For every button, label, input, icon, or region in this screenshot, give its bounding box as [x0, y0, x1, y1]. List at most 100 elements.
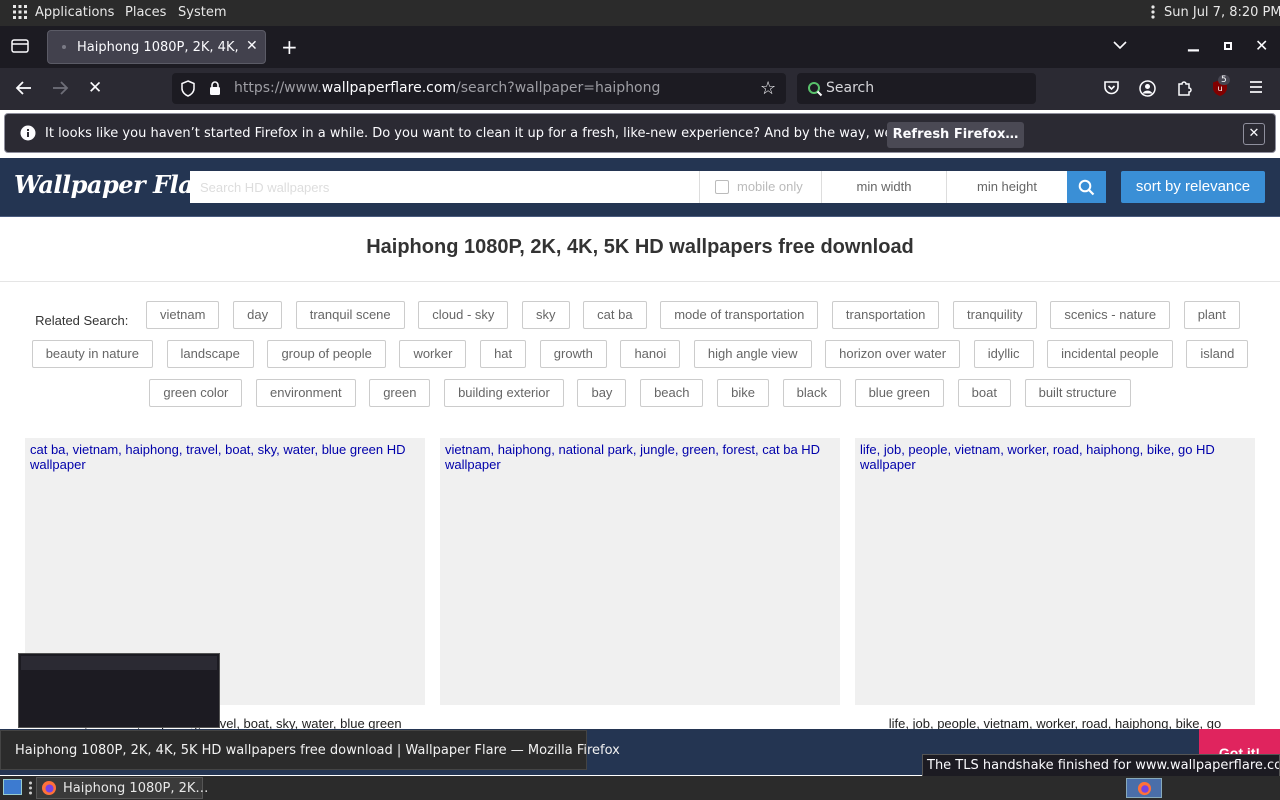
related-search: Related Search: vietnam day tranquil sce…	[24, 301, 1256, 418]
system-menu[interactable]: System	[178, 5, 226, 20]
related-tag[interactable]: bay	[577, 379, 627, 407]
clock[interactable]: Sun Jul 7, 8:20 PM	[1164, 5, 1280, 20]
workspace-switcher[interactable]	[1126, 778, 1162, 798]
url-text: https://www.wallpaperflare.com/search?wa…	[234, 80, 661, 96]
related-tag[interactable]: beauty in nature	[31, 340, 153, 368]
related-tag[interactable]: group of people	[267, 340, 386, 368]
related-tag[interactable]: tranquil scene	[295, 301, 405, 329]
window-preview-thumbnail[interactable]	[18, 653, 220, 728]
window-title-tooltip: Haiphong 1080P, 2K, 4K, 5K HD wallpapers…	[0, 730, 620, 770]
svg-text:u: u	[1217, 84, 1222, 93]
minimize-button[interactable]: ▁	[1188, 36, 1199, 52]
related-tag[interactable]: plant	[1183, 301, 1240, 329]
related-tag[interactable]: cloud - sky	[418, 301, 509, 329]
back-button[interactable]	[15, 79, 33, 101]
related-tag[interactable]: cat ba	[583, 301, 647, 329]
related-tag[interactable]: tranquility	[953, 301, 1037, 329]
related-tag[interactable]: beach	[640, 379, 704, 407]
related-tag[interactable]: landscape	[166, 340, 254, 368]
search-engine-icon[interactable]	[807, 81, 823, 101]
close-window-button[interactable]: ✕	[1255, 36, 1268, 55]
wallpaper-card[interactable]: life, job, people, vietnam, worker, road…	[855, 438, 1255, 705]
bookmark-star-icon[interactable]: ☆	[760, 78, 776, 99]
account-icon[interactable]	[1139, 80, 1156, 101]
related-tag[interactable]: growth	[539, 340, 607, 368]
show-desktop-icon[interactable]	[3, 779, 22, 795]
search-button[interactable]	[1067, 171, 1106, 203]
related-tag[interactable]: vietnam	[145, 301, 220, 329]
related-tag[interactable]: hanoi	[620, 340, 681, 368]
min-height-field[interactable]: min height	[946, 171, 1067, 203]
tab-title: Haiphong 1080P, 2K, 4K, 5K	[77, 40, 241, 55]
magnifier-icon	[1078, 179, 1095, 196]
places-menu[interactable]: Places	[125, 5, 166, 20]
refresh-firefox-button[interactable]: Refresh Firefox…	[887, 122, 1024, 148]
nav-bar: ✕ https://www.wallpaperflare.com/search?…	[0, 68, 1280, 110]
refresh-notification: It looks like you haven’t started Firefo…	[4, 113, 1276, 153]
info-icon	[20, 125, 36, 145]
related-tag[interactable]: sky	[522, 301, 570, 329]
related-tag[interactable]: green color	[149, 379, 243, 407]
lock-icon[interactable]	[208, 80, 222, 101]
top-panel: Applications Places System Sun Jul 7, 8:…	[0, 0, 1280, 26]
panel-handle-icon	[28, 780, 33, 800]
tracking-protection-icon[interactable]	[180, 80, 196, 101]
divider	[0, 281, 1280, 282]
search-bar[interactable]: Search	[797, 73, 1036, 104]
related-tag[interactable]: incidental people	[1047, 340, 1173, 368]
forward-button[interactable]	[51, 79, 69, 101]
search-bar-placeholder: Search	[826, 80, 875, 96]
tab-close-icon[interactable]: ✕	[246, 38, 258, 54]
new-tab-button[interactable]: +	[281, 35, 298, 59]
related-search-label: Related Search:	[35, 313, 129, 328]
related-tag[interactable]: building exterior	[444, 379, 564, 407]
apps-grid-icon[interactable]	[12, 4, 28, 24]
wallpaper-link[interactable]: life, job, people, vietnam, worker, road…	[860, 442, 1250, 472]
sort-by-relevance-button[interactable]: sort by relevance	[1121, 171, 1265, 203]
mobile-only-checkbox[interactable]	[715, 180, 729, 194]
wallpaper-search-input[interactable]	[190, 171, 699, 203]
related-tag[interactable]: transportation	[831, 301, 940, 329]
notification-close-button[interactable]: ✕	[1243, 123, 1265, 145]
tab-loading-icon	[62, 45, 66, 49]
extension-badge: 5	[1218, 75, 1230, 85]
url-bar[interactable]: https://www.wallpaperflare.com/search?wa…	[172, 73, 786, 104]
mobile-only-filter[interactable]: mobile only	[699, 171, 821, 203]
related-tag[interactable]: built structure	[1024, 379, 1131, 407]
related-tag[interactable]: environment	[256, 379, 356, 407]
related-tag[interactable]: worker	[399, 340, 467, 368]
tab-bar: Haiphong 1080P, 2K, 4K, 5K ✕ + ▁ ✕	[0, 26, 1280, 68]
related-tag[interactable]: horizon over water	[825, 340, 961, 368]
min-width-field[interactable]: min width	[821, 171, 946, 203]
related-tag[interactable]: idyllic	[973, 340, 1034, 368]
related-tag[interactable]: scenics - nature	[1050, 301, 1171, 329]
extensions-icon[interactable]	[1176, 79, 1193, 101]
related-tag[interactable]: boat	[957, 379, 1011, 407]
list-tabs-icon[interactable]	[1112, 36, 1128, 55]
related-tag[interactable]: island	[1186, 340, 1249, 368]
bottom-panel: Haiphong 1080P, 2K…	[0, 776, 1280, 800]
related-tag[interactable]: mode of transportation	[660, 301, 819, 329]
status-panel: The TLS handshake finished for www.wallp…	[922, 754, 1280, 777]
mobile-only-label: mobile only	[737, 179, 803, 194]
related-tag[interactable]: day	[233, 301, 283, 329]
applications-menu[interactable]: Applications	[35, 5, 114, 20]
stop-loading-button[interactable]: ✕	[88, 78, 102, 98]
tab-haiphong[interactable]: Haiphong 1080P, 2K, 4K, 5K ✕	[47, 30, 266, 64]
firefox-view-icon[interactable]	[11, 38, 29, 58]
taskbar-window-button[interactable]: Haiphong 1080P, 2K…	[36, 777, 208, 799]
wallpaper-link[interactable]: vietnam, haiphong, national park, jungle…	[445, 442, 835, 472]
related-tag[interactable]: black	[782, 379, 841, 407]
app-menu-icon[interactable]	[1248, 79, 1264, 99]
wallpaper-card[interactable]: vietnam, haiphong, national park, jungle…	[440, 438, 840, 705]
related-tag[interactable]: high angle view	[693, 340, 812, 368]
related-tag[interactable]: green	[369, 379, 431, 407]
firefox-icon	[1137, 781, 1152, 796]
pocket-icon[interactable]	[1103, 80, 1120, 100]
maximize-button[interactable]	[1224, 42, 1232, 50]
related-tag[interactable]: blue green	[854, 379, 945, 407]
related-tag[interactable]: bike	[717, 379, 769, 407]
wallpaper-link[interactable]: cat ba, vietnam, haiphong, travel, boat,…	[30, 442, 420, 472]
panel-menu-icon[interactable]	[1150, 4, 1156, 24]
related-tag[interactable]: hat	[480, 340, 527, 368]
